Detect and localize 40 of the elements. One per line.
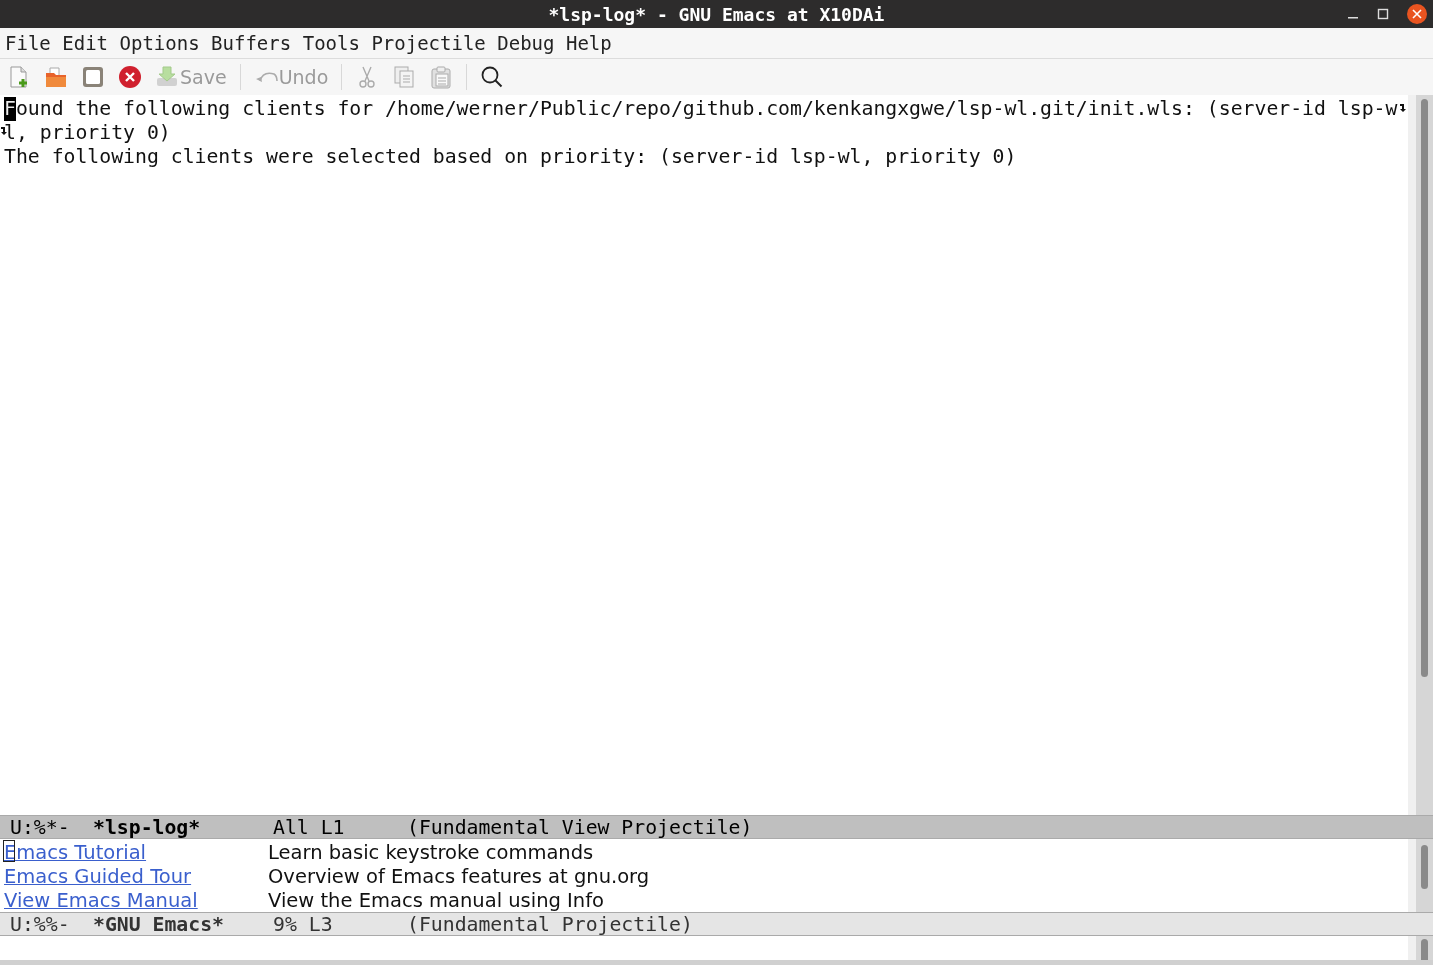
menu-item[interactable]: Buffers xyxy=(211,32,292,54)
save-icon xyxy=(155,65,179,89)
scroll-bar[interactable] xyxy=(1408,839,1433,912)
major-modes: (Fundamental View Projectile) xyxy=(407,815,753,839)
buffer-position: 9% L3 xyxy=(273,912,334,936)
menu-item[interactable]: File xyxy=(5,32,51,54)
menu-item[interactable]: Edit xyxy=(62,32,109,54)
window-icon xyxy=(81,65,105,89)
buffer-status: U:%*- xyxy=(10,815,71,839)
buffer-status: U:%%- xyxy=(10,912,71,936)
menu-item[interactable]: Tools xyxy=(302,32,360,54)
folder-icon xyxy=(44,65,68,89)
close-icon[interactable] xyxy=(1407,4,1427,24)
log-line: l, priority 0) xyxy=(4,120,171,144)
link[interactable]: View Emacs Manual xyxy=(4,888,198,912)
scroll-bar[interactable] xyxy=(1408,936,1433,960)
buffer-position: All L1 xyxy=(273,815,346,839)
window-title: *lsp-log* - GNU Emacs at X10DAi xyxy=(548,3,885,25)
scroll-thumb[interactable] xyxy=(1421,99,1428,677)
clipboard-icon xyxy=(429,65,454,89)
link-description: View the Emacs manual using Info xyxy=(268,888,606,912)
scroll-bar[interactable] xyxy=(1408,95,1433,815)
close-icon xyxy=(118,65,142,89)
buffer-name: *GNU Emacs* xyxy=(93,912,225,936)
copy-icon xyxy=(392,65,417,89)
search-icon xyxy=(480,65,505,89)
menu-item[interactable]: Options xyxy=(119,32,200,54)
scroll-thumb[interactable] xyxy=(1421,845,1428,889)
link[interactable]: Emacs Guided Tour xyxy=(4,864,192,888)
maximize-icon[interactable] xyxy=(1377,8,1389,20)
menu-item[interactable]: Debug xyxy=(497,32,555,54)
major-modes: (Fundamental Projectile) xyxy=(407,912,693,936)
menu-item[interactable]: Projectile xyxy=(371,32,486,54)
scroll-thumb[interactable] xyxy=(1421,939,1428,960)
buffer-name: *lsp-log* xyxy=(93,815,202,839)
link-description: Learn basic keystroke commands xyxy=(268,840,595,864)
log-line: The following clients were selected based on priority: (server-id lsp-wl, priority 0) xyxy=(4,144,1017,168)
close-button[interactable] xyxy=(118,63,142,91)
menu-item[interactable]: Help xyxy=(566,32,612,54)
link-description: Overview of Emacs features at gnu.org xyxy=(268,864,651,888)
